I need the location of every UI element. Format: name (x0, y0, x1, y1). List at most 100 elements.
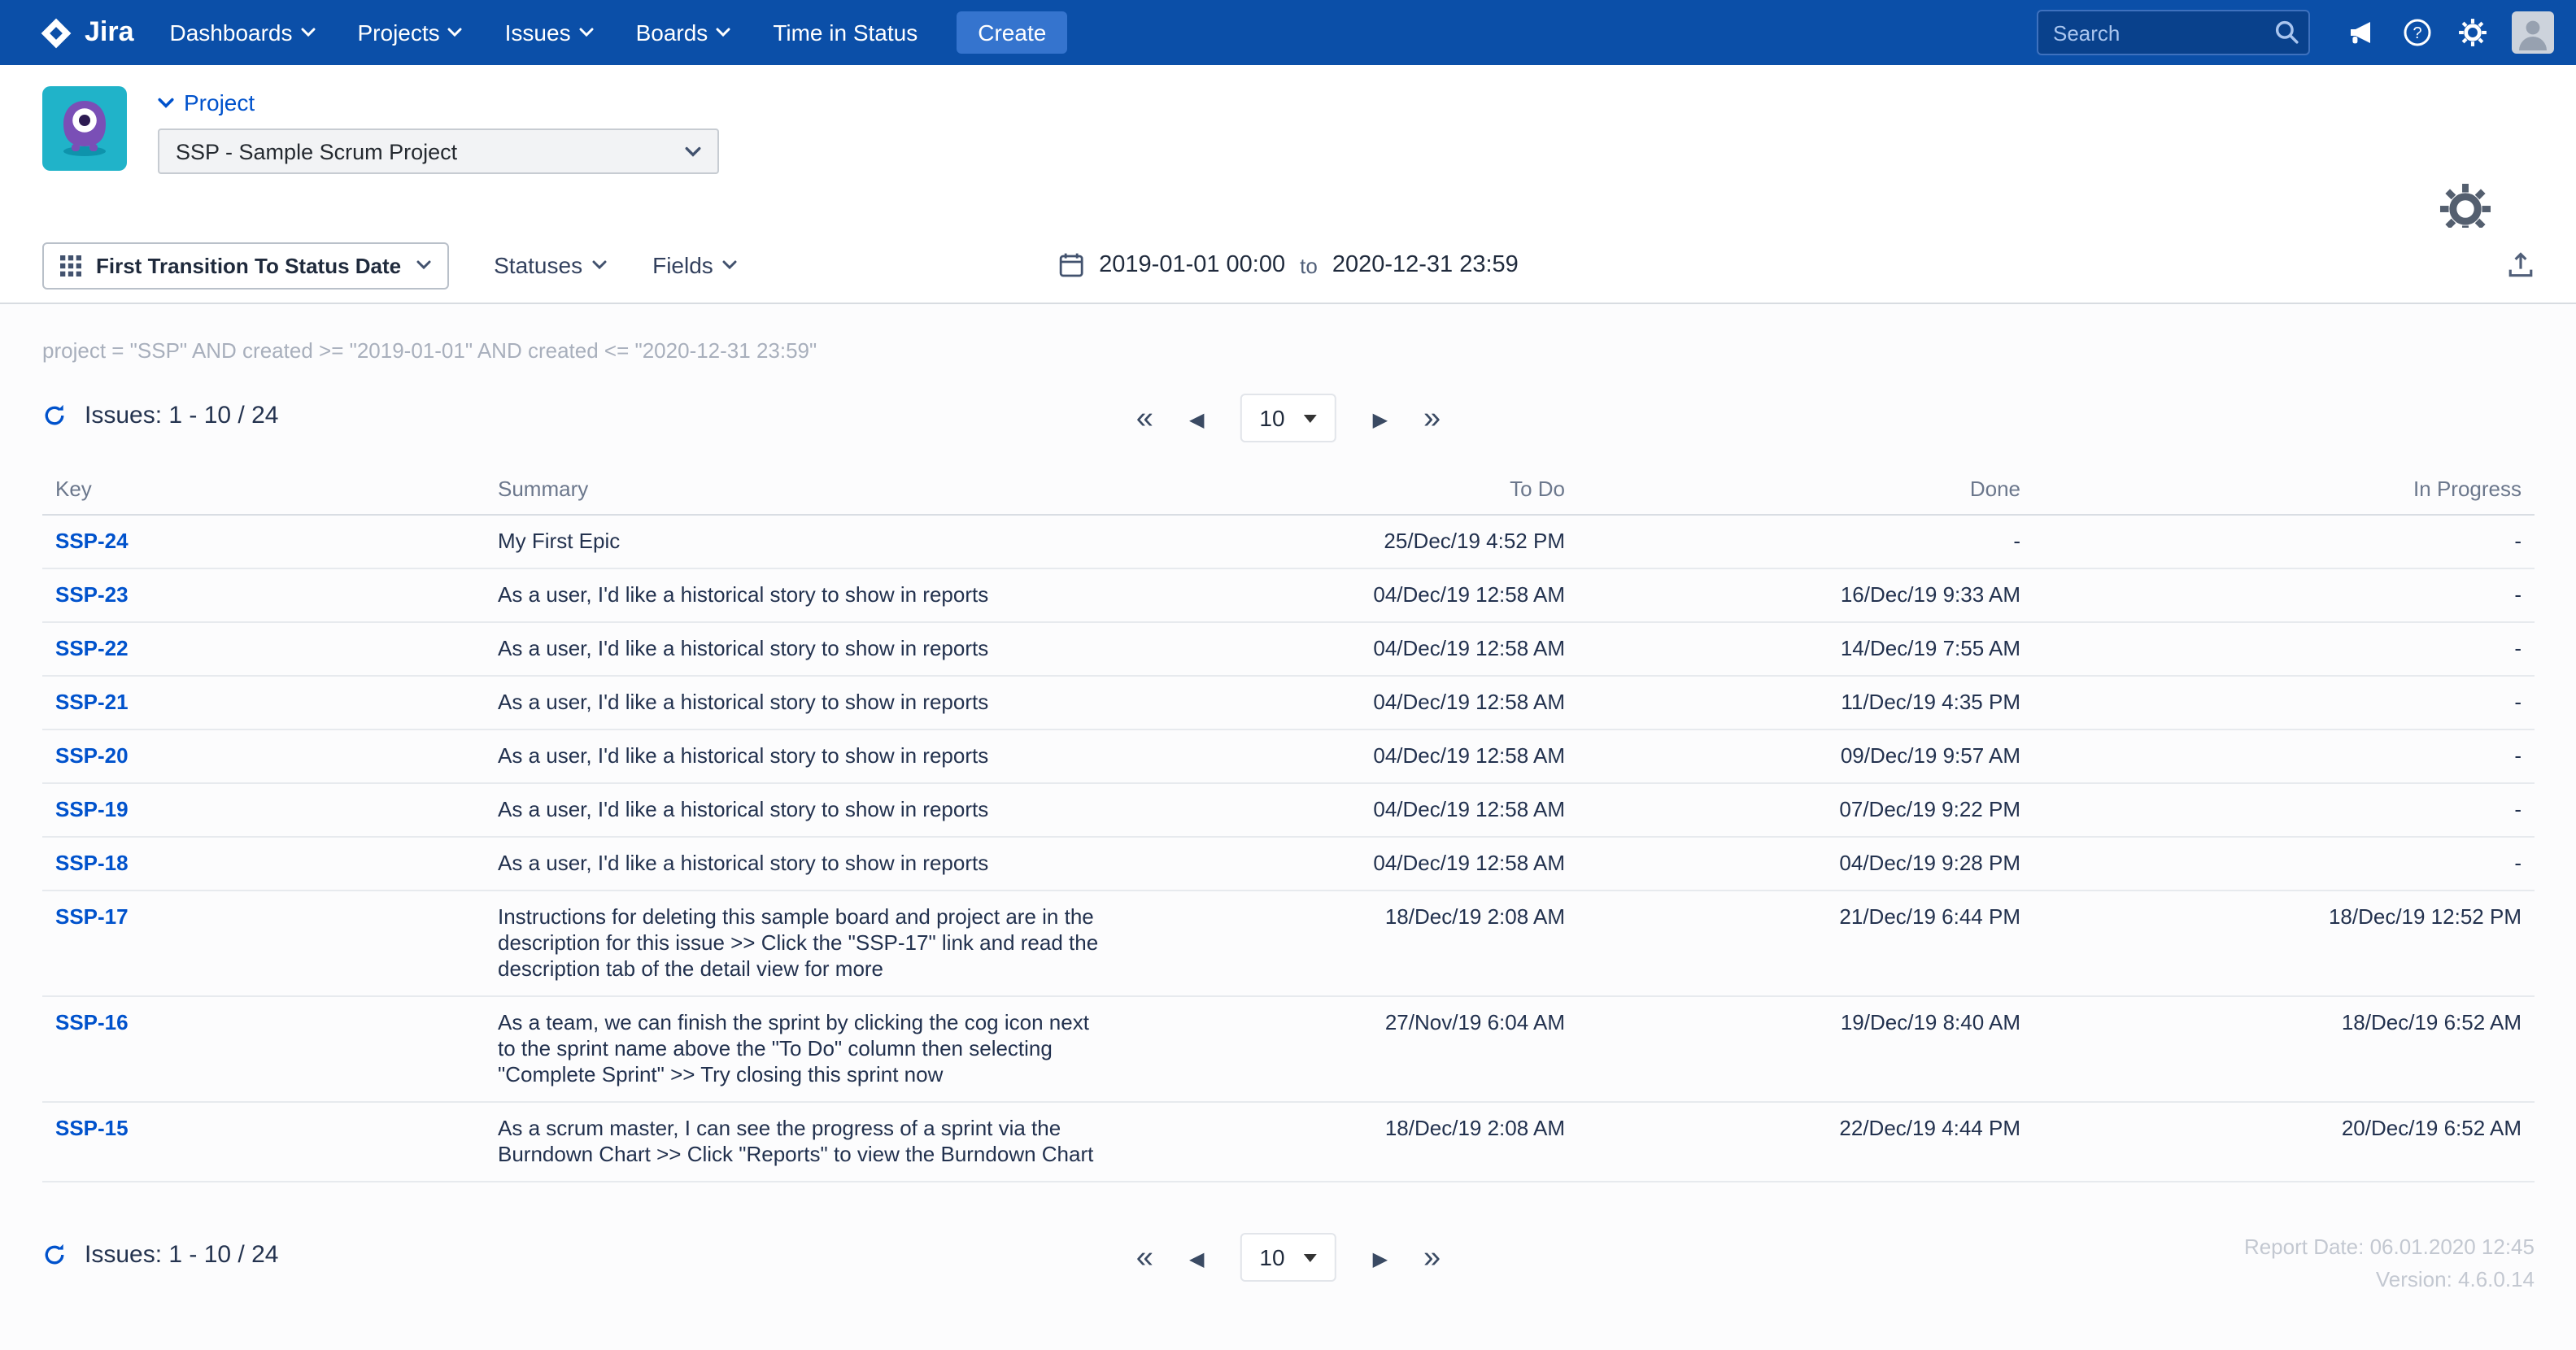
user-avatar[interactable] (2512, 11, 2554, 54)
table-row: SSP-22 As a user, I'd like a historical … (42, 622, 2535, 677)
issue-inprogress-date: - (2033, 676, 2535, 730)
issue-summary: My First Epic (485, 515, 1122, 569)
refresh-icon[interactable] (42, 403, 67, 428)
column-header-done: Done (1578, 464, 2033, 516)
issue-todo-date: 18/Dec/19 2:08 AM (1122, 891, 1578, 997)
settings-gear-icon[interactable] (2456, 16, 2489, 49)
page-size-select[interactable]: 10 (1240, 394, 1337, 442)
table-row: SSP-17 Instructions for deleting this sa… (42, 891, 2535, 997)
issue-done-date: 07/Dec/19 9:22 PM (1578, 783, 2033, 838)
version-label: Version: 4.6.0.14 (2375, 1267, 2535, 1291)
issue-key-link[interactable]: SSP-24 (55, 529, 129, 553)
menu-issues[interactable]: Issues (505, 20, 594, 46)
create-button[interactable]: Create (957, 11, 1068, 54)
jira-home-link[interactable]: Jira (39, 15, 134, 50)
chevron-down-icon (301, 28, 316, 37)
issue-key-link[interactable]: SSP-22 (55, 636, 129, 660)
issue-summary: As a team, we can finish the sprint by c… (485, 996, 1122, 1103)
project-label: Project (184, 89, 255, 115)
issues-count-label: Issues: 1 - 10 / 24 (85, 1241, 279, 1269)
issue-key-link[interactable]: SSP-15 (55, 1116, 129, 1140)
brand-label: Jira (85, 16, 134, 47)
search-icon[interactable] (2274, 20, 2299, 52)
svg-text:?: ? (2413, 24, 2421, 42)
date-to-word: to (1300, 253, 1318, 277)
project-select-value: SSP - Sample Scrum Project (176, 139, 458, 163)
report-info: Report Date: 06.01.2020 12:45 Version: 4… (2244, 1231, 2535, 1296)
issue-todo-date: 25/Dec/19 4:52 PM (1122, 515, 1578, 569)
search-box (2037, 10, 2310, 55)
issue-key-link[interactable]: SSP-17 (55, 904, 129, 929)
issue-summary: As a user, I'd like a historical story t… (485, 783, 1122, 838)
column-header-todo: To Do (1122, 464, 1578, 516)
menu-dashboards[interactable]: Dashboards (170, 20, 316, 46)
issue-done-date: 21/Dec/19 6:44 PM (1578, 891, 2033, 997)
next-page-button[interactable]: ▶ (1373, 407, 1388, 429)
issue-summary: As a user, I'd like a historical story t… (485, 568, 1122, 623)
issue-done-date: 11/Dec/19 4:35 PM (1578, 676, 2033, 730)
first-page-button[interactable]: « (1136, 1242, 1153, 1273)
issue-rows: SSP-24 My First Epic 25/Dec/19 4:52 PM -… (42, 515, 2535, 1182)
issue-todo-date: 04/Dec/19 12:58 AM (1122, 783, 1578, 838)
column-header-key: Key (42, 464, 485, 516)
issue-key-link[interactable]: SSP-20 (55, 743, 129, 768)
fields-dropdown[interactable]: Fields (652, 252, 738, 278)
next-page-button[interactable]: ▶ (1373, 1246, 1388, 1269)
page-size-caret-icon (1304, 1253, 1318, 1261)
first-page-button[interactable]: « (1136, 403, 1153, 433)
issue-inprogress-date: - (2033, 568, 2535, 623)
report-type-button[interactable]: First Transition To Status Date (42, 242, 449, 289)
top-navbar: Jira Dashboards Projects Issues Boards T… (0, 0, 2576, 65)
issue-inprogress-date: 18/Dec/19 12:52 PM (2033, 891, 2535, 997)
issue-inprogress-date: - (2033, 783, 2535, 838)
date-from: 2019-01-01 00:00 (1099, 252, 1286, 278)
jira-window: Jira Dashboards Projects Issues Boards T… (0, 0, 2576, 1350)
date-range-picker[interactable]: 2019-01-01 00:00 to 2020-12-31 23:59 (1058, 252, 1519, 278)
report-date-label: Report Date: 06.01.2020 12:45 (2243, 1235, 2535, 1259)
chevron-down-icon (716, 28, 730, 37)
export-button[interactable] (2507, 251, 2535, 279)
issue-done-date: 22/Dec/19 4:44 PM (1578, 1102, 2033, 1182)
pagination-top: « ◀ 10 ▶ » (1136, 394, 1441, 442)
navbar-right: ? (2037, 10, 2554, 55)
search-input[interactable] (2038, 20, 2308, 45)
project-dropdown-toggle[interactable]: Project (158, 89, 719, 115)
issue-summary: As a scrum master, I can see the progres… (485, 1102, 1122, 1182)
table-row: SSP-15 As a scrum master, I can see the … (42, 1102, 2535, 1182)
page-size-select[interactable]: 10 (1240, 1233, 1337, 1282)
page-size-value: 10 (1259, 405, 1285, 431)
issue-inprogress-date: - (2033, 515, 2535, 569)
issue-summary: As a user, I'd like a historical story t… (485, 676, 1122, 730)
statuses-dropdown[interactable]: Statuses (494, 252, 607, 278)
chevron-down-icon (158, 97, 174, 108)
issue-key-link[interactable]: SSP-21 (55, 690, 129, 714)
refresh-icon[interactable] (42, 1243, 67, 1267)
issue-todo-date: 04/Dec/19 12:58 AM (1122, 676, 1578, 730)
report-type-label: First Transition To Status Date (96, 253, 402, 277)
menu-projects[interactable]: Projects (358, 20, 463, 46)
prev-page-button[interactable]: ◀ (1189, 407, 1204, 429)
issue-key-link[interactable]: SSP-18 (55, 851, 129, 875)
table-row: SSP-23 As a user, I'd like a historical … (42, 568, 2535, 623)
feedback-megaphone-icon[interactable] (2346, 16, 2378, 49)
issue-summary: As a user, I'd like a historical story t… (485, 622, 1122, 677)
chevron-down-icon (592, 260, 607, 270)
issue-key-link[interactable]: SSP-23 (55, 582, 129, 607)
issue-key-link[interactable]: SSP-19 (55, 797, 129, 821)
help-icon[interactable]: ? (2401, 16, 2434, 49)
table-row: SSP-20 As a user, I'd like a historical … (42, 729, 2535, 784)
issue-key-link[interactable]: SSP-16 (55, 1010, 129, 1034)
menu-boards[interactable]: Boards (636, 20, 731, 46)
main-menu: Dashboards Projects Issues Boards Time i… (170, 20, 918, 46)
project-select[interactable]: SSP - Sample Scrum Project (158, 128, 719, 174)
issues-table: Key Summary To Do Done In Progress SSP-2… (42, 464, 2535, 1182)
issue-inprogress-date: - (2033, 729, 2535, 784)
column-header-summary: Summary (485, 464, 1122, 516)
last-page-button[interactable]: » (1423, 403, 1441, 433)
issue-done-date: 16/Dec/19 9:33 AM (1578, 568, 2033, 623)
last-page-button[interactable]: » (1423, 1242, 1441, 1273)
list-controls-top: Issues: 1 - 10 / 24 « ◀ 10 ▶ » (42, 389, 2535, 454)
issue-todo-date: 18/Dec/19 2:08 AM (1122, 1102, 1578, 1182)
prev-page-button[interactable]: ◀ (1189, 1246, 1204, 1269)
menu-time-in-status[interactable]: Time in Status (773, 20, 918, 46)
